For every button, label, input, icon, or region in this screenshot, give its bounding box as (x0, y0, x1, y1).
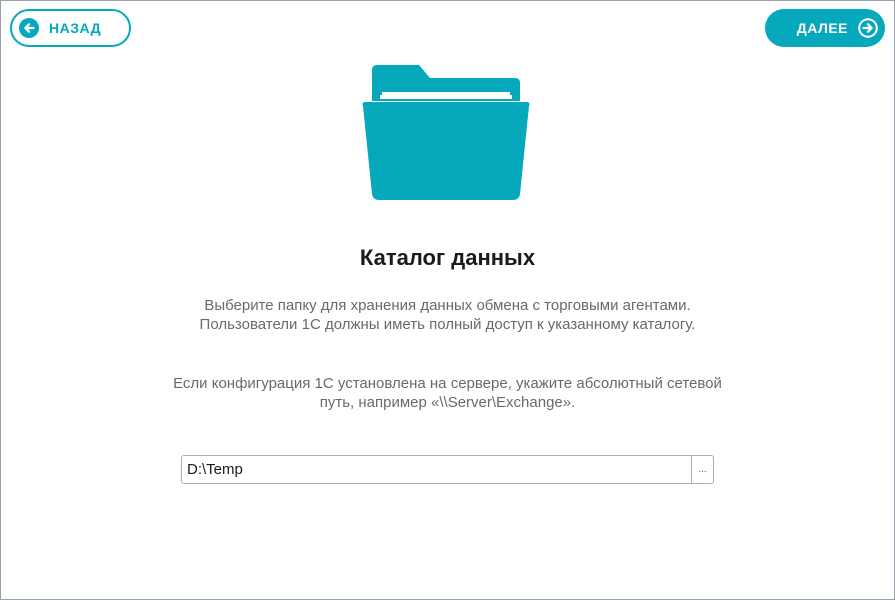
arrow-right-circle-icon (858, 18, 878, 38)
wizard-window: НАЗАД ДАЛЕЕ Каталог данных Выберите папк… (0, 0, 895, 600)
data-directory-input[interactable] (182, 456, 691, 483)
page-title: Каталог данных (359, 245, 536, 270)
data-directory-field: ... (181, 455, 714, 484)
arrow-left-circle-icon (19, 18, 39, 38)
next-button-label: ДАЛЕЕ (796, 20, 848, 36)
description-network-path: Если конфигурация 1С установлена на серв… (173, 375, 722, 411)
browse-button[interactable]: ... (691, 456, 713, 483)
description-access: Выберите папку для хранения данных обмен… (199, 297, 696, 333)
back-button[interactable]: НАЗАД (10, 9, 131, 47)
back-button-label: НАЗАД (49, 20, 102, 36)
next-button[interactable]: ДАЛЕЕ (765, 9, 885, 47)
folder-open-icon (362, 65, 530, 200)
